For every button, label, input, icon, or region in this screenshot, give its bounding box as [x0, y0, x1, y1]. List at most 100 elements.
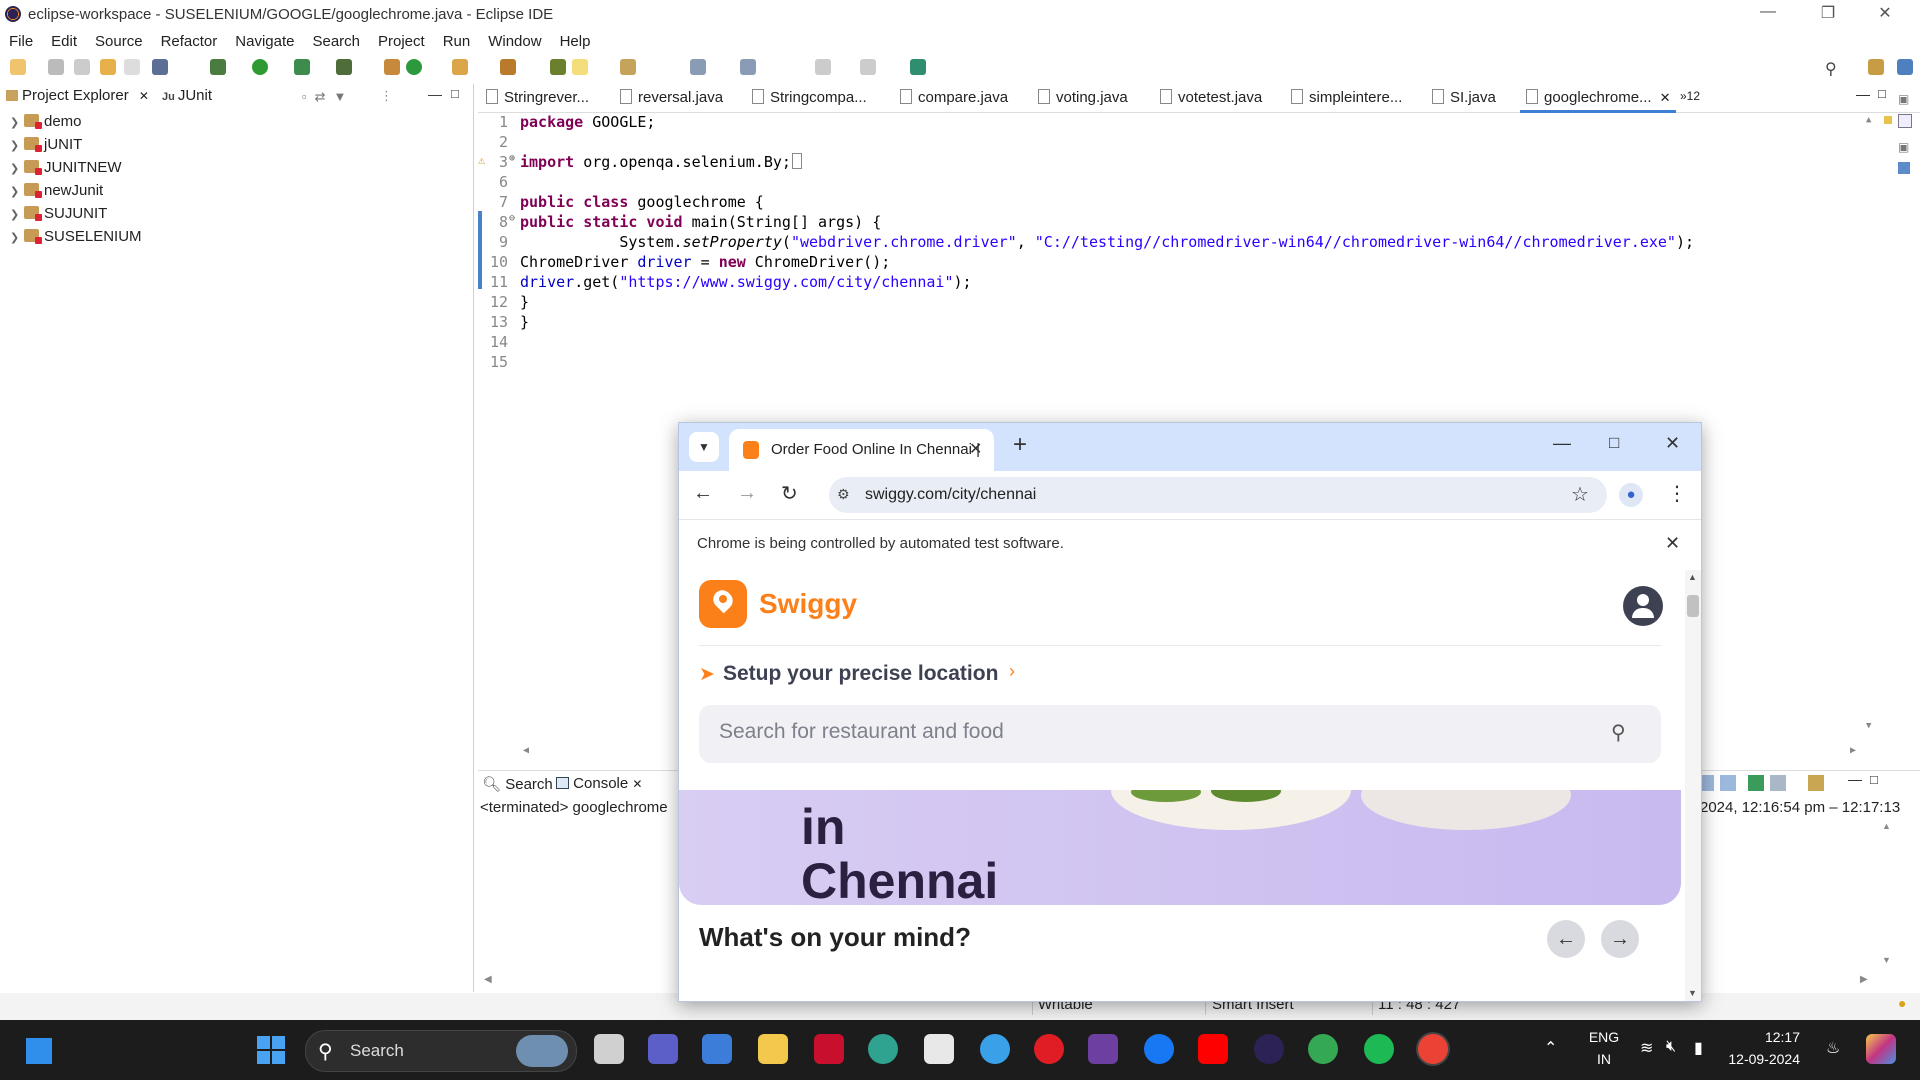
menu-source[interactable]: Source [86, 30, 152, 50]
taskbar-search-box[interactable]: ⚲ Search [305, 1030, 577, 1072]
myhp-icon[interactable] [702, 1034, 732, 1064]
editor-tab[interactable]: compare.java [900, 89, 1008, 106]
chevron-right-icon[interactable]: ❯ [10, 162, 24, 175]
search-tool-icon[interactable] [500, 59, 516, 75]
reload-icon[interactable]: ↻ [781, 481, 798, 506]
undo-icon[interactable] [100, 59, 116, 75]
editor-tab[interactable]: Stringrever... [486, 89, 589, 106]
tab-console[interactable]: Console ✕ [556, 775, 642, 792]
restore-view-icon[interactable]: ▣ [1898, 140, 1909, 154]
menu-project[interactable]: Project [369, 30, 434, 50]
nav-back-icon[interactable] [815, 59, 831, 75]
language-indicator[interactable]: ENG [1584, 1029, 1624, 1045]
pin-console-icon[interactable] [1748, 775, 1764, 791]
region-indicator[interactable]: IN [1584, 1051, 1624, 1067]
restore-view-icon[interactable]: ▣ [1898, 92, 1909, 106]
close-icon[interactable]: ✕ [1862, 3, 1908, 27]
scroll-thumb[interactable] [1687, 595, 1699, 617]
close-tab-icon[interactable]: ✕ [969, 439, 982, 459]
editor-tab[interactable]: reversal.java [620, 89, 723, 106]
facebook-icon[interactable] [1144, 1034, 1174, 1064]
new-java-project-icon[interactable] [384, 59, 400, 75]
search-icon[interactable]: ⚲ [1611, 720, 1626, 745]
editor-tab[interactable]: simpleintere... [1291, 89, 1402, 106]
menu-refactor[interactable]: Refactor [152, 30, 227, 50]
menu-window[interactable]: Window [479, 30, 550, 50]
maximize-icon[interactable]: □ [1609, 433, 1619, 453]
minimize-view-icon[interactable]: — [428, 86, 442, 102]
editor-tab-active[interactable]: googlechrome... ✕ [1520, 86, 1677, 113]
chrome-active-icon[interactable] [1418, 1034, 1448, 1064]
scroll-up-icon[interactable]: ▲ [1688, 572, 1697, 582]
wifi-icon[interactable]: ≋ [1640, 1038, 1653, 1058]
outline-icon[interactable] [1898, 114, 1912, 128]
folded-marker[interactable] [791, 153, 802, 169]
minimize-view-icon[interactable]: — [1848, 771, 1862, 787]
chevron-right-icon[interactable]: ❯ [10, 139, 24, 152]
bookmark-star-icon[interactable]: ☆ [1571, 482, 1589, 507]
scroll-up-icon[interactable]: ▲ [1866, 115, 1871, 125]
chevron-right-icon[interactable]: ❯ [10, 208, 24, 221]
tab-project-explorer[interactable]: Project Explorer ✕ [6, 87, 149, 109]
scroll-right-icon[interactable]: ▶ [1850, 745, 1856, 756]
menu-search[interactable]: Search [303, 30, 369, 50]
search-icon[interactable]: ⚲ [1825, 59, 1841, 78]
vertical-scrollbar[interactable]: ▲ ▼ [1866, 113, 1880, 733]
infobar-close-icon[interactable]: ✕ [1665, 533, 1680, 554]
clock-date[interactable]: 12-09-2024 [1720, 1051, 1800, 1067]
media-app-icon[interactable] [1088, 1034, 1118, 1064]
minimize-editor-icon[interactable]: — [1856, 86, 1870, 102]
clock-time[interactable]: 12:17 [1720, 1029, 1800, 1045]
menu-edit[interactable]: Edit [42, 30, 86, 50]
close-tab-icon[interactable]: ✕ [632, 777, 642, 791]
next-annotation-icon[interactable] [620, 59, 636, 75]
last-edit-icon[interactable] [740, 59, 756, 75]
overview-warning-marker[interactable] [1884, 116, 1892, 124]
scroll-down-icon[interactable]: ▼ [1866, 721, 1871, 731]
user-avatar[interactable] [1623, 586, 1663, 626]
new-class-icon[interactable] [406, 59, 422, 75]
maximize-view-icon[interactable]: □ [451, 86, 459, 101]
swiggy-brand-text[interactable]: Swiggy [759, 588, 857, 620]
close-tab-icon[interactable]: ✕ [139, 89, 149, 103]
address-bar[interactable]: ⚙ swiggy.com/city/chennai ☆ [829, 477, 1607, 513]
fold-icon[interactable]: ⊕ [509, 153, 515, 164]
copilot-corner-icon[interactable] [1866, 1034, 1896, 1064]
scroll-up-icon[interactable]: ▲ [1882, 821, 1891, 831]
fold-icon[interactable]: ⊖ [509, 213, 515, 224]
restore-icon[interactable]: ❐ [1805, 3, 1851, 27]
notification-bell-icon[interactable]: ♨ [1826, 1038, 1840, 1058]
site-info-icon[interactable]: ⚙ [837, 486, 850, 503]
open-type-icon[interactable] [452, 59, 468, 75]
display-console-icon[interactable] [1770, 775, 1786, 791]
start-icon[interactable] [257, 1036, 285, 1064]
chrome-profile-icon[interactable] [1308, 1034, 1338, 1064]
save-all-icon[interactable] [74, 59, 90, 75]
tree-item-junitnew[interactable]: ❯ JUNITNEW [10, 159, 122, 181]
restaurant-search-input[interactable]: Search for restaurant and food ⚲ [699, 705, 1661, 763]
highlight-icon[interactable] [572, 59, 588, 75]
remove-all-icon[interactable] [1720, 775, 1736, 791]
minimize-icon[interactable]: — [1745, 3, 1791, 27]
carousel-prev-icon[interactable]: ← [1547, 920, 1585, 958]
open-perspective-icon[interactable] [1868, 59, 1884, 75]
new-tab-icon[interactable]: + [1013, 431, 1027, 459]
close-tab-icon[interactable]: ✕ [1660, 90, 1671, 105]
scroll-left-icon[interactable]: ◀ [484, 974, 492, 985]
chevron-up-icon[interactable]: ⌃ [1544, 1038, 1557, 1058]
back-icon[interactable] [690, 59, 706, 75]
maximize-view-icon[interactable]: □ [1870, 772, 1878, 787]
maximize-editor-icon[interactable]: □ [1878, 86, 1886, 101]
youtube-icon[interactable] [1198, 1034, 1228, 1064]
menu-navigate[interactable]: Navigate [226, 30, 303, 50]
mcafee-icon[interactable] [814, 1034, 844, 1064]
debug-icon[interactable] [210, 59, 226, 75]
opera-icon[interactable] [1034, 1034, 1064, 1064]
chrome-menu-icon[interactable]: ⋮ [1667, 481, 1687, 506]
location-prompt[interactable]: Setup your precise location [723, 662, 998, 686]
chrome-tab-active[interactable]: Order Food Online In Chennai | ✕ [729, 429, 994, 471]
scroll-down-icon[interactable]: ▼ [1688, 988, 1697, 998]
scroll-down-icon[interactable]: ▼ [1882, 955, 1891, 965]
tab-junit[interactable]: Ju JUnit [162, 87, 212, 109]
swiggy-logo-icon[interactable] [699, 580, 747, 628]
